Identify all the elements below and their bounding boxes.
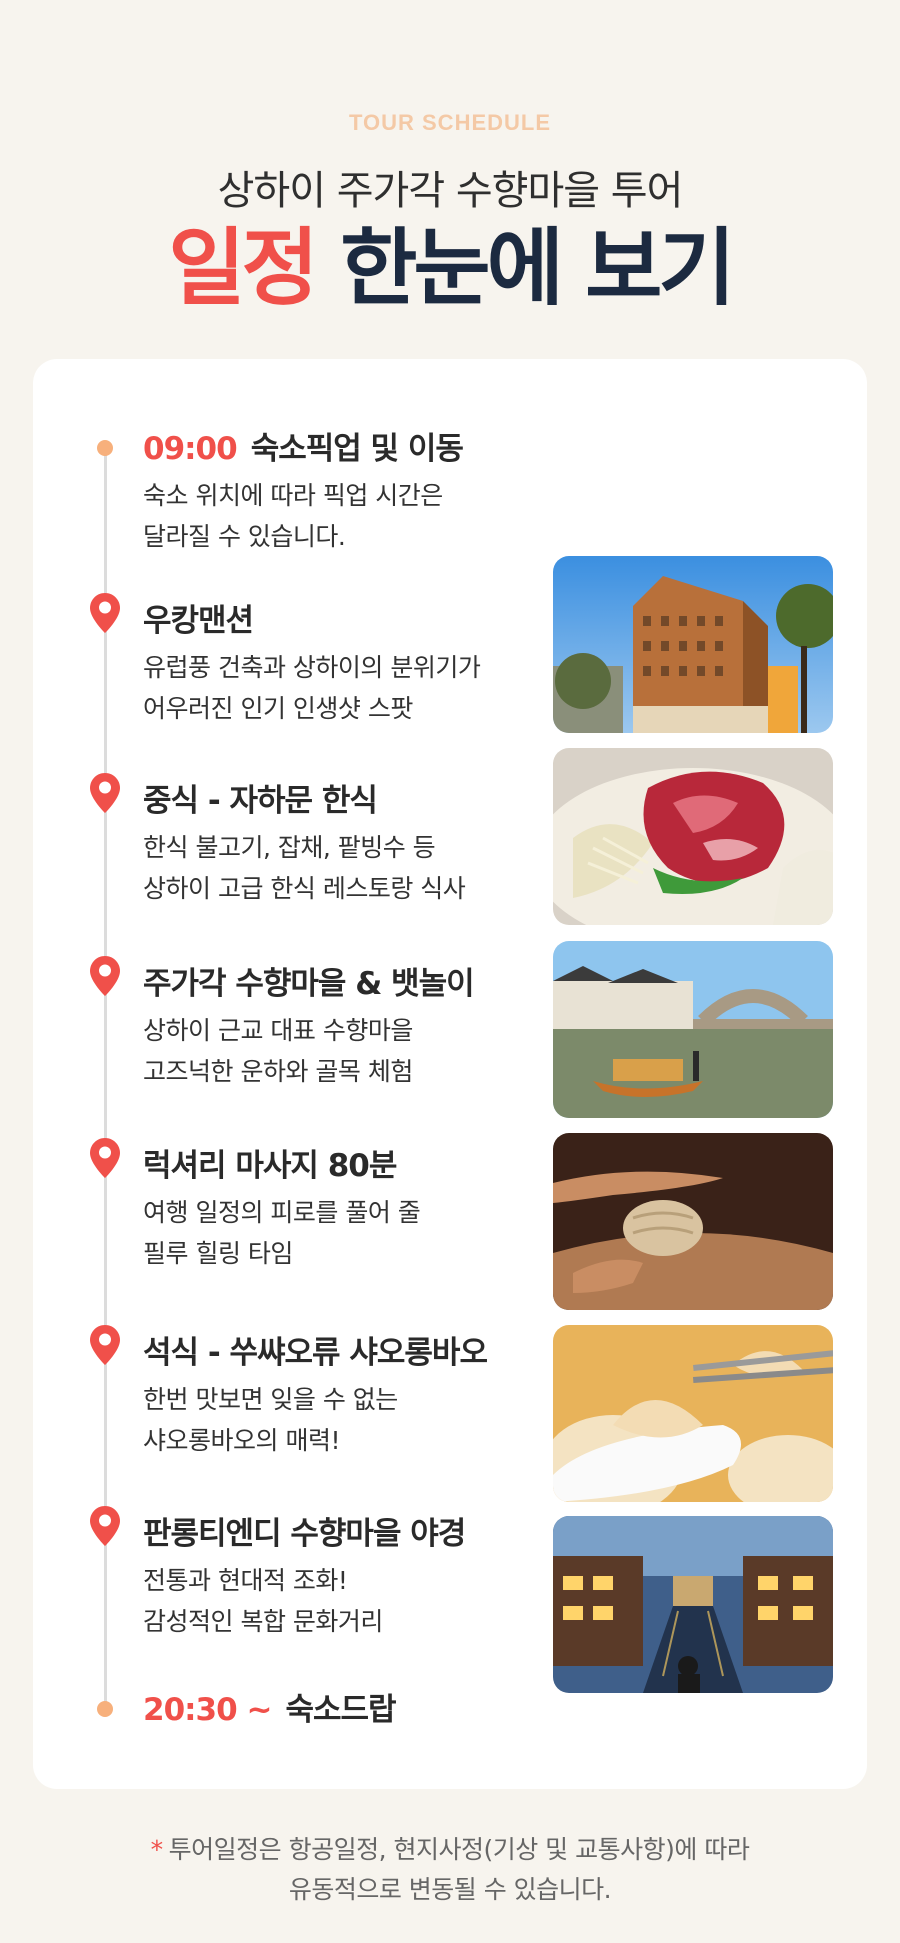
desc-line: 여행 일정의 피로를 풀어 줄 (143, 1198, 421, 1227)
schedule-item-desc: 숙소 위치에 따라 픽업 시간은 달라질 수 있습니다. (143, 475, 443, 557)
desc-line: 숙소 위치에 따라 픽업 시간은 (143, 481, 443, 510)
schedule-item-desc: 유럽풍 건축과 상하이의 분위기가 어우러진 인기 인생샷 스팟 (143, 647, 481, 729)
asterisk-mark: * (150, 1835, 164, 1864)
map-pin-icon (90, 593, 120, 633)
schedule-item-desc: 여행 일정의 피로를 풀어 줄 필루 힐링 타임 (143, 1192, 421, 1274)
schedule-item-title: 09:00 숙소픽업 및 이동 (143, 423, 464, 468)
page-subtitle: 상하이 주가각 수향마을 투어 (217, 168, 684, 214)
timeline-end-dot (97, 1701, 113, 1717)
desc-line: 상하이 근교 대표 수향마을 (143, 1016, 413, 1045)
map-pin-icon (90, 1506, 120, 1546)
schedule-item-title: 럭셔리 마사지 80분 (143, 1148, 397, 1184)
schedule-item-desc: 한번 맛보면 잊을 수 없는 샤오롱바오의 매력! (143, 1379, 398, 1461)
korean-lunch-photo (553, 748, 833, 925)
eyebrow-label: TOUR SCHEDULE (348, 110, 552, 135)
desc-line: 달라질 수 있습니다. (143, 522, 346, 551)
schedule-item-title: 우캉맨션 (143, 603, 254, 639)
footnote: * 투어일정은 항공일정, 현지사정(기상 및 교통사항)에 따라 유동적으로 변… (0, 1830, 900, 1910)
desc-line: 고즈넉한 운하와 골목 체험 (143, 1057, 413, 1086)
schedule-item-title: 20:30 ~ 숙소드랍 (143, 1684, 397, 1729)
water-town-boat-photo (553, 941, 833, 1118)
timeline-start-dot (97, 440, 113, 456)
schedule-item-desc: 상하이 근교 대표 수향마을 고즈넉한 운하와 골목 체험 (143, 1010, 413, 1092)
schedule-item-title: 주가각 수향마을 & 뱃놀이 (143, 966, 475, 1002)
schedule-time: 20:30 ~ (143, 1692, 272, 1728)
map-pin-icon (90, 773, 120, 813)
night-view-photo (553, 1516, 833, 1693)
schedule-item-desc: 전통과 현대적 조화! 감성적인 복합 문화거리 (143, 1560, 383, 1642)
wukang-mansion-photo (553, 556, 833, 733)
footnote-line: 유동적으로 변동될 수 있습니다. (288, 1875, 612, 1904)
schedule-item-title: 중식 - 자하문 한식 (143, 783, 378, 819)
desc-line: 한식 불고기, 잡채, 팥빙수 등 (143, 833, 436, 862)
desc-line: 유럽풍 건축과 상하이의 분위기가 (143, 653, 481, 682)
schedule-item-title: 석식 - 쑤쌰오류 샤오롱바오 (143, 1335, 488, 1371)
title-accent: 일정 (168, 219, 319, 317)
desc-line: 한번 맛보면 잊을 수 없는 (143, 1385, 398, 1414)
desc-line: 필루 힐링 타임 (143, 1239, 293, 1268)
title-rest: 한눈에 보기 (314, 219, 736, 317)
footnote-line: * 투어일정은 항공일정, 현지사정(기상 및 교통사항)에 따라 (0, 1830, 900, 1870)
schedule-item-desc: 한식 불고기, 잡채, 팥빙수 등 상하이 고급 한식 레스토랑 식사 (143, 827, 466, 909)
schedule-title-text: 숙소픽업 및 이동 (250, 431, 464, 467)
footnote-text: 투어일정은 항공일정, 현지사정(기상 및 교통사항)에 따라 (168, 1835, 750, 1864)
map-pin-icon (90, 956, 120, 996)
page-title: 일정 한눈에 보기 (0, 218, 900, 318)
desc-line: 감성적인 복합 문화거리 (143, 1607, 383, 1636)
desc-line: 샤오롱바오의 매력! (143, 1426, 340, 1455)
schedule-card: 09:00 숙소픽업 및 이동 숙소 위치에 따라 픽업 시간은 달라질 수 있습… (33, 359, 867, 1789)
schedule-time: 09:00 (143, 431, 238, 467)
desc-line: 어우러진 인기 인생샷 스팟 (143, 694, 413, 723)
map-pin-icon (90, 1138, 120, 1178)
schedule-item-title: 판롱티엔디 수향마을 야경 (143, 1516, 466, 1552)
map-pin-icon (90, 1325, 120, 1365)
schedule-title-text: 숙소드랍 (285, 1692, 396, 1728)
desc-line: 전통과 현대적 조화! (143, 1566, 348, 1595)
massage-photo (553, 1133, 833, 1310)
xiaolongbao-photo (553, 1325, 833, 1502)
desc-line: 상하이 고급 한식 레스토랑 식사 (143, 874, 466, 903)
